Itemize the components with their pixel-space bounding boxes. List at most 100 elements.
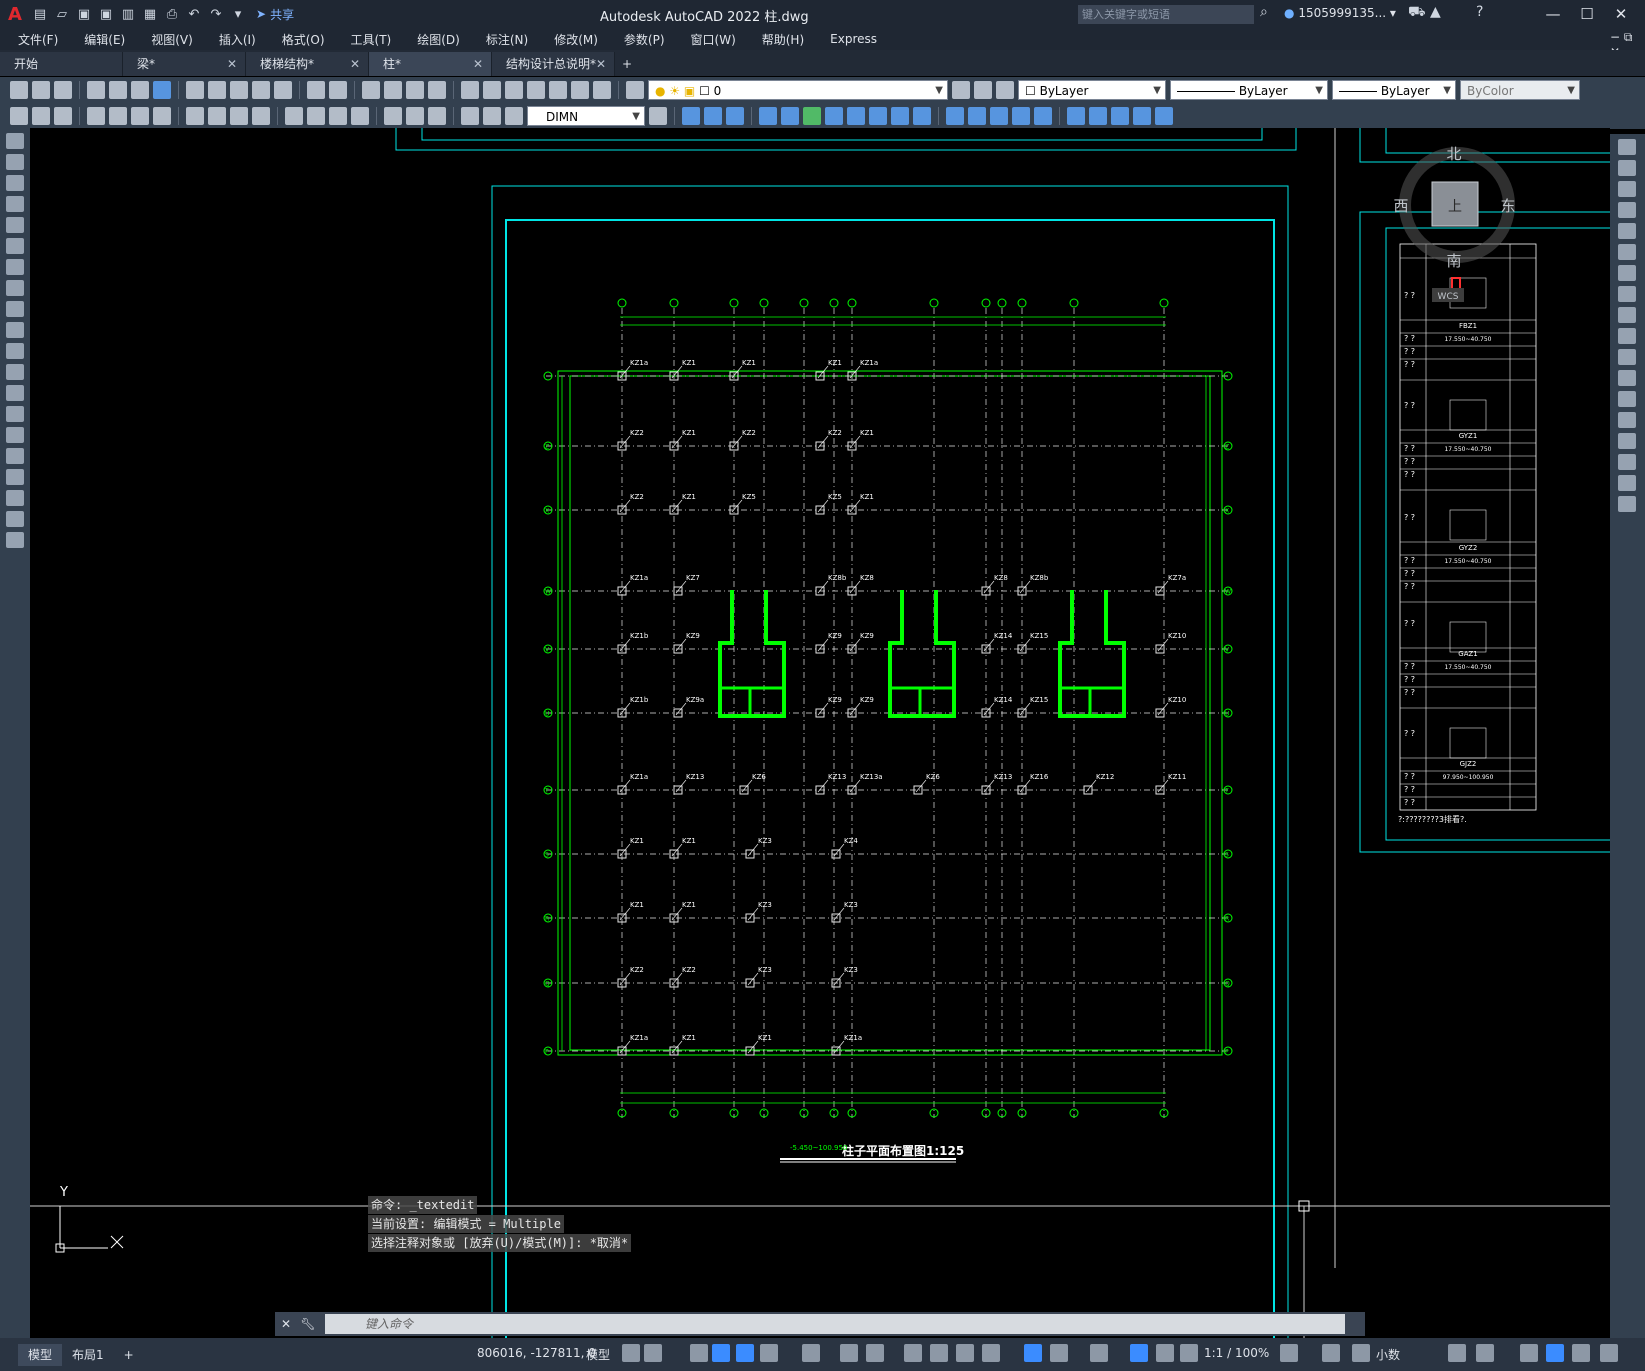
clean-screen-icon[interactable]	[1572, 1344, 1590, 1362]
match-properties-icon[interactable]	[252, 81, 270, 99]
close-icon[interactable]: ✕	[473, 52, 483, 76]
close-icon[interactable]: ✕	[275, 1317, 297, 1331]
dimedit-icon[interactable]	[461, 107, 479, 125]
properties-icon[interactable]	[461, 81, 479, 99]
polyline-icon[interactable]	[6, 175, 24, 191]
array-icon[interactable]	[1618, 223, 1636, 239]
point-icon[interactable]	[6, 406, 24, 422]
stretch-icon[interactable]	[1618, 307, 1636, 323]
plot-icon[interactable]	[87, 81, 105, 99]
trim-icon[interactable]	[891, 107, 909, 125]
menu-dimension[interactable]: 标注(N)	[486, 31, 528, 48]
menu-edit[interactable]: 编辑(E)	[84, 31, 125, 48]
autodesk-account-icon[interactable]: ▲	[1430, 4, 1441, 20]
menu-help[interactable]: 帮助(H)	[762, 31, 804, 48]
polar-tracking-icon[interactable]	[760, 1344, 778, 1362]
open-icon[interactable]	[32, 81, 50, 99]
stretch-icon[interactable]	[869, 107, 887, 125]
break-at-point-icon[interactable]	[1618, 370, 1636, 386]
dimstyle-dropdown[interactable]: DIMN ▼	[527, 106, 645, 126]
drawing-canvas[interactable]: KZ1a KZ1 KZ1 KZ1 KZ1a KZ2 KZ1 KZ2 KZ2 KZ1 KZ2 KZ1 KZ…	[30, 128, 1610, 1338]
menu-file[interactable]: 文件(F)	[18, 31, 58, 48]
dimstyle-manager-icon[interactable]	[649, 107, 667, 125]
tab-model[interactable]: 模型	[18, 1343, 63, 1366]
mirror-icon[interactable]	[1618, 181, 1636, 197]
dimstyle-icon[interactable]	[32, 107, 50, 125]
viewcube-west[interactable]: 西	[1393, 197, 1408, 215]
menu-view[interactable]: 视图(V)	[151, 31, 193, 48]
style-icon[interactable]	[10, 107, 28, 125]
blend-icon[interactable]	[1618, 475, 1636, 491]
lineweight-dropdown[interactable]: ByLayer ▼	[1332, 80, 1456, 100]
redo-icon[interactable]: ↷	[206, 4, 226, 24]
erase-icon[interactable]	[682, 107, 700, 125]
add-selected-icon[interactable]	[6, 532, 24, 548]
table-icon[interactable]	[6, 490, 24, 506]
redo-icon[interactable]	[329, 81, 347, 99]
workspace-gear-icon[interactable]	[1280, 1344, 1298, 1362]
save-icon[interactable]: ▣	[74, 4, 94, 24]
pan-icon[interactable]	[362, 81, 380, 99]
plot-icon[interactable]: ▦	[140, 4, 160, 24]
quick-properties-icon[interactable]	[1448, 1344, 1466, 1362]
publish-icon[interactable]: ▥	[118, 4, 138, 24]
tolerance-icon[interactable]	[384, 107, 402, 125]
zoom-window-icon[interactable]	[406, 81, 424, 99]
edit-polyline-icon[interactable]	[1089, 107, 1107, 125]
graphics-performance-icon[interactable]	[1546, 1344, 1564, 1362]
block-editor-icon[interactable]	[274, 81, 292, 99]
command-input[interactable]: 键入命令	[325, 1314, 1345, 1334]
share-button[interactable]: ➤ 共享	[256, 6, 294, 23]
object-snap-tracking-icon[interactable]	[840, 1344, 858, 1362]
drawing-svg[interactable]: KZ1a KZ1 KZ1 KZ1 KZ1a KZ2 KZ1 KZ2 KZ2 KZ1 KZ2 KZ1 KZ…	[30, 128, 1610, 1338]
region-icon[interactable]	[6, 469, 24, 485]
tab-stair-structure[interactable]: 楼梯结构* ✕	[246, 52, 369, 76]
close-icon[interactable]: ✕	[350, 52, 360, 76]
extend-icon[interactable]	[913, 107, 931, 125]
open-file-icon[interactable]: ▱	[52, 4, 72, 24]
coordinate-readout[interactable]: 806016, -127811, 0	[477, 1346, 596, 1360]
menu-modify[interactable]: 修改(M)	[554, 31, 598, 48]
mtext-icon[interactable]	[6, 511, 24, 527]
maximize-button[interactable]: ☐	[1570, 2, 1604, 26]
continue-icon[interactable]	[329, 107, 347, 125]
tablestyle-icon[interactable]	[54, 107, 72, 125]
chamfer-icon[interactable]	[990, 107, 1008, 125]
dim-update-icon[interactable]	[505, 107, 523, 125]
edit-array-icon[interactable]	[1155, 107, 1173, 125]
blend-icon[interactable]	[1034, 107, 1052, 125]
hatch-icon[interactable]	[6, 427, 24, 443]
dimtedit-icon[interactable]	[483, 107, 501, 125]
sheet-set-icon[interactable]	[527, 81, 545, 99]
offset-icon[interactable]	[1618, 202, 1636, 218]
grid-icon[interactable]	[622, 1344, 640, 1362]
snap-icon[interactable]	[644, 1344, 662, 1362]
undo-icon[interactable]: ↶	[184, 4, 204, 24]
aligned-dim-icon[interactable]	[109, 107, 127, 125]
help-icon[interactable]: ?	[1476, 4, 1483, 20]
join-icon[interactable]	[968, 107, 986, 125]
make-block-icon[interactable]	[6, 385, 24, 401]
chamfer-icon[interactable]	[1618, 433, 1636, 449]
ellipse-icon[interactable]	[6, 322, 24, 338]
annotation-monitor-icon[interactable]	[1322, 1344, 1340, 1362]
new-icon[interactable]	[10, 81, 28, 99]
close-icon[interactable]: ✕	[227, 52, 237, 76]
close-icon[interactable]: ✕	[596, 52, 606, 76]
3d-dwf-icon[interactable]	[153, 81, 171, 99]
color-dropdown[interactable]: ☐ ByLayer ▼	[1018, 80, 1166, 100]
plot-preview-icon[interactable]	[109, 81, 127, 99]
layer-dropdown[interactable]: ● ☀ ▣ ☐ 0 ▼	[648, 80, 948, 100]
design-center-icon[interactable]	[483, 81, 501, 99]
quick-dim-icon[interactable]	[285, 107, 303, 125]
tab-layout1[interactable]: 布局1	[62, 1344, 114, 1366]
tab-column[interactable]: 柱* ✕	[369, 52, 492, 76]
inspection-icon[interactable]	[428, 107, 446, 125]
annotation-scale-icon[interactable]	[1180, 1344, 1198, 1362]
offset-icon[interactable]	[759, 107, 777, 125]
trim-icon[interactable]	[1618, 328, 1636, 344]
menu-insert[interactable]: 插入(I)	[219, 31, 256, 48]
user-account[interactable]: ● 1505999135... ▾	[1284, 6, 1396, 20]
dynamic-input-icon[interactable]	[712, 1344, 730, 1362]
dim-space-icon[interactable]	[351, 107, 369, 125]
